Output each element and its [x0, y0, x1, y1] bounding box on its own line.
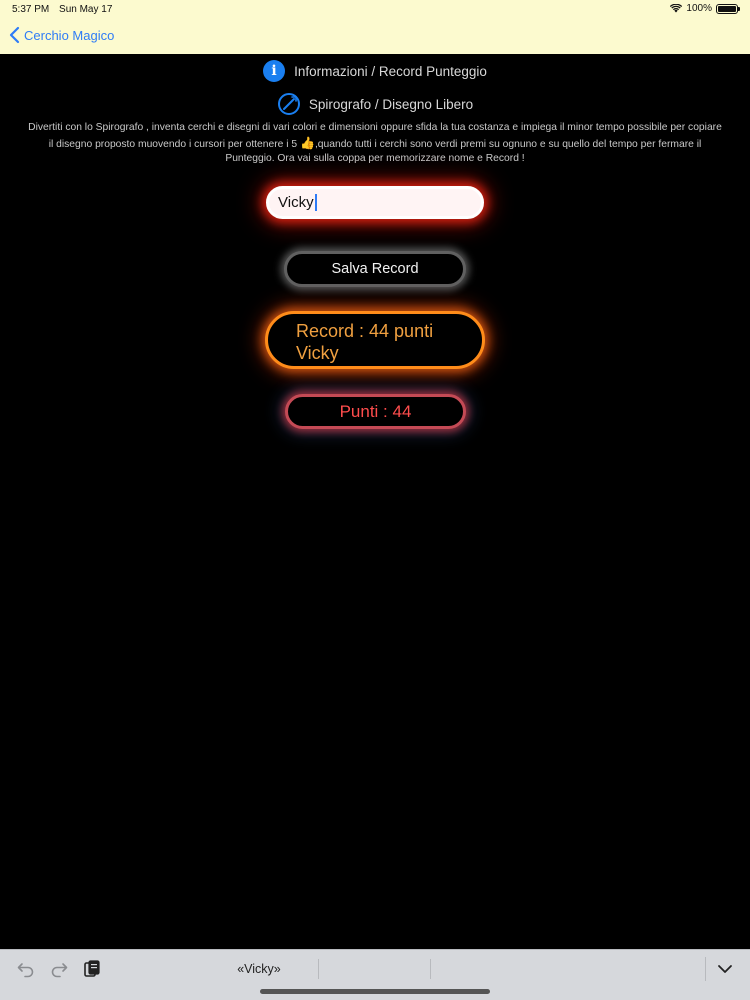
back-button-label: Cerchio Magico — [24, 27, 115, 43]
battery-percent: 100% — [686, 3, 712, 14]
description-line-1: Divertiti con lo Spirografo , inventa ce… — [28, 122, 722, 133]
suggestion-1[interactable]: «Vicky» — [200, 958, 318, 980]
description-line-3: Punteggio. Ora vai sulla coppa per memor… — [225, 153, 525, 164]
save-record-label: Salva Record — [331, 261, 419, 277]
info-icon: i — [263, 60, 286, 82]
record-holder: Vicky — [296, 343, 339, 363]
description-line-2: il disegno proposto muovendo i cursori p… — [4, 136, 746, 153]
suggestion-divider — [430, 959, 431, 979]
redo-icon[interactable] — [49, 959, 69, 979]
record-score: Record : 44 punti — [296, 321, 434, 341]
description-line-2-start: il disegno proposto muovendo i cursori p… — [48, 138, 300, 150]
status-bar-right: 100% — [670, 3, 740, 14]
description-line-2-end: ,quando tutti i cerchi sono verdi premi … — [314, 138, 702, 150]
description-text: Divertiti con lo Spirografo , inventa ce… — [4, 121, 746, 167]
battery-icon — [716, 3, 740, 14]
text-caret — [314, 194, 317, 211]
info-record-label: Informazioni / Record Punteggio — [294, 63, 487, 79]
suggestion-divider — [318, 959, 319, 979]
points-label: Punti : 44 — [339, 401, 412, 421]
home-indicator[interactable] — [260, 989, 490, 994]
suggestion-2[interactable] — [320, 958, 430, 980]
suggestion-1-label: «Vicky» — [237, 962, 281, 976]
undo-icon[interactable] — [16, 959, 36, 979]
record-display: Record : 44 punti Vicky — [265, 311, 485, 369]
keyboard-bar-divider — [705, 957, 706, 981]
name-input-value: Vicky — [278, 194, 314, 211]
suggestion-3[interactable] — [432, 958, 542, 980]
status-time: 5:37 PM — [12, 4, 50, 15]
app-screen: 5:37 PM Sun May 17 100% Cerchio Magico i… — [0, 0, 750, 1000]
thumbs-up-icon: 👍 — [299, 135, 315, 150]
save-record-button[interactable]: Salva Record — [284, 251, 466, 287]
info-record-link[interactable]: i Informazioni / Record Punteggio — [0, 60, 750, 82]
status-bar-left: 5:37 PM Sun May 17 — [12, 4, 119, 15]
spirograph-label: Spirografo / Disegno Libero — [308, 96, 474, 112]
spirograph-icon — [277, 93, 300, 115]
navigation-bar: 5:37 PM Sun May 17 100% Cerchio Magico — [0, 0, 750, 54]
wifi-icon — [670, 4, 683, 13]
back-button[interactable]: Cerchio Magico — [8, 26, 114, 44]
keyboard-dismiss-icon[interactable] — [715, 960, 735, 978]
spirograph-link[interactable]: Spirografo / Disegno Libero — [0, 92, 750, 116]
status-date: Sun May 17 — [59, 4, 113, 15]
paste-icon[interactable] — [82, 959, 102, 979]
name-input[interactable]: Vicky — [266, 186, 484, 219]
points-display: Punti : 44 — [285, 394, 466, 429]
chevron-left-icon — [9, 26, 20, 44]
